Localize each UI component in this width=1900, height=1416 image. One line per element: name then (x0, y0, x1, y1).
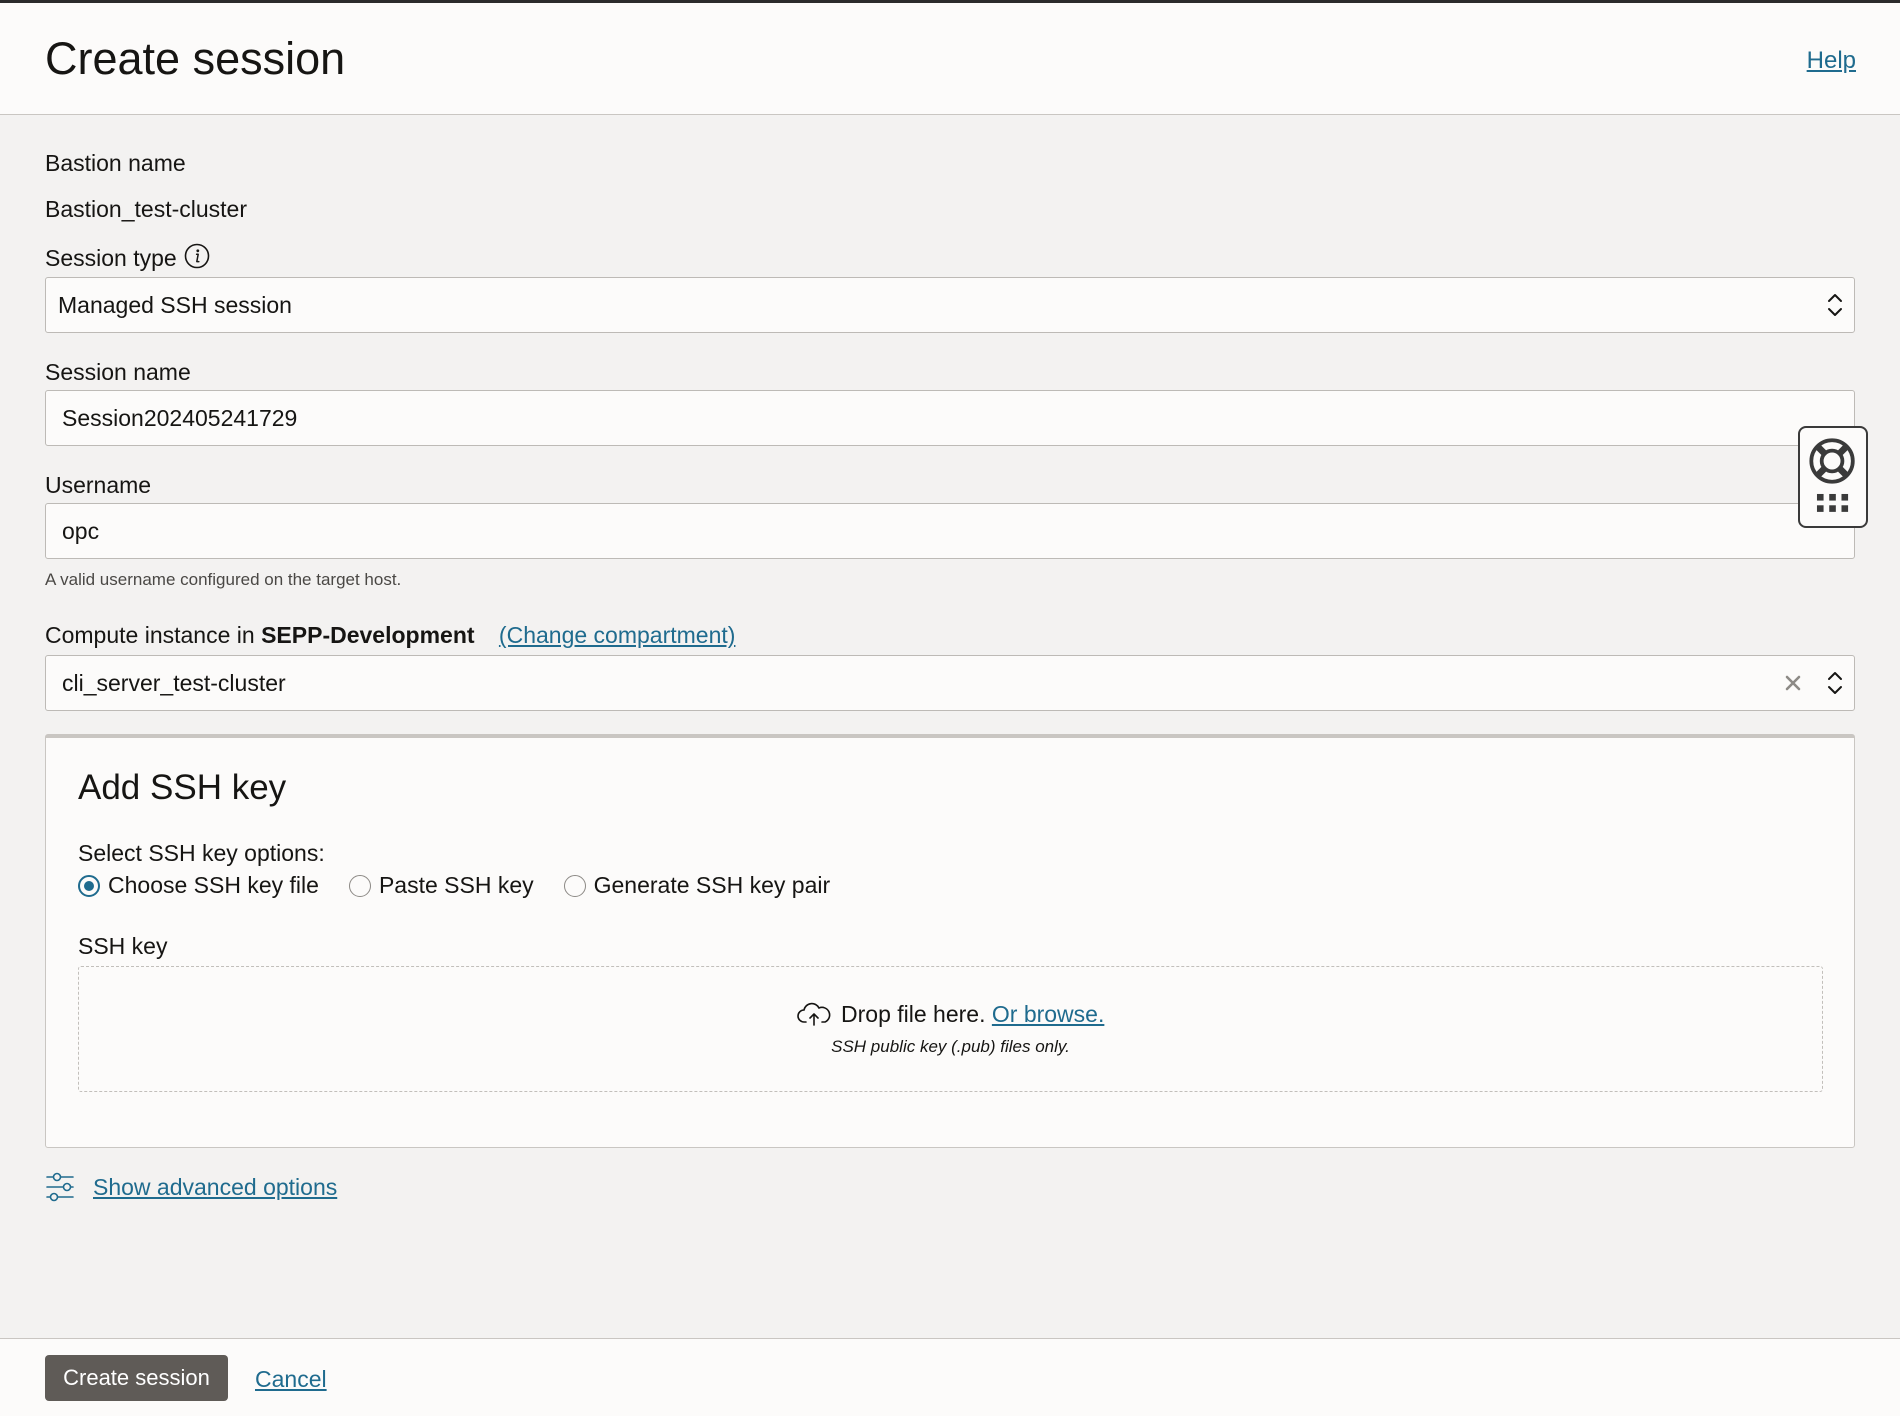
username-value: opc (62, 517, 100, 544)
ssh-key-dropzone[interactable]: Drop file here. Or browse. SSH public ke… (78, 966, 1823, 1092)
radio-generate-ssh-key-pair[interactable]: Generate SSH key pair (563, 872, 831, 899)
show-advanced-options-link[interactable]: Show advanced options (93, 1174, 337, 1201)
drop-subtext: SSH public key (.pub) files only. (831, 1037, 1070, 1056)
session-name-input[interactable]: Session202405241729 (45, 390, 1855, 446)
change-compartment-link[interactable]: (Change compartment) (499, 622, 736, 648)
footer-bar: Create session Cancel (0, 1338, 1900, 1416)
sliders-icon (46, 1172, 74, 1202)
help-link[interactable]: Help (1807, 47, 1856, 75)
radio-label: Paste SSH key (378, 872, 534, 898)
session-name-label: Session name (45, 359, 191, 385)
bastion-name-value: Bastion_test-cluster (45, 196, 247, 222)
add-ssh-key-panel: Add SSH key Select SSH key options: Choo… (45, 734, 1855, 1148)
advanced-options-row[interactable]: Show advanced options (45, 1172, 337, 1202)
clear-icon[interactable] (1784, 674, 1802, 692)
username-label: Username (45, 472, 152, 498)
session-type-value: Managed SSH session (58, 291, 292, 318)
compute-instance-value: cli_server_test-cluster (62, 669, 286, 696)
radio-button-checked[interactable] (78, 874, 100, 897)
info-icon[interactable] (184, 243, 210, 269)
select-arrows-icon (1828, 294, 1842, 316)
drop-line: Drop file here. Or browse. (79, 1001, 1822, 1028)
help-widget[interactable] (1798, 426, 1868, 528)
ssh-options-label: Select SSH key options: (78, 840, 325, 866)
drop-text: Drop file here. (841, 1001, 986, 1027)
ssh-key-options: Choose SSH key file Paste SSH key Genera… (78, 872, 860, 899)
cloud-upload-icon (796, 1002, 831, 1026)
compute-instance-label: Compute instance in (45, 622, 255, 648)
compute-instance-select[interactable]: cli_server_test-cluster (45, 655, 1855, 711)
radio-paste-ssh-key[interactable]: Paste SSH key (348, 872, 534, 899)
session-type-select[interactable]: Managed SSH session (45, 277, 1855, 333)
select-arrows-icon (1828, 672, 1842, 694)
username-input[interactable]: opc (45, 503, 1855, 559)
cancel-link[interactable]: Cancel (255, 1366, 327, 1393)
session-name-value: Session202405241729 (62, 404, 298, 431)
bastion-name-label: Bastion name (45, 150, 186, 176)
page-header: Create session Help (0, 3, 1900, 115)
radio-label: Choose SSH key file (108, 872, 319, 898)
compute-instance-label-row: Compute instance in SEPP-Development (Ch… (45, 622, 735, 649)
page-title: Create session (45, 33, 346, 84)
ssh-panel-title: Add SSH key (78, 768, 287, 807)
radio-button[interactable] (563, 874, 586, 897)
create-session-button[interactable]: Create session (45, 1355, 228, 1401)
compartment-name: SEPP-Development (261, 622, 475, 648)
browse-link[interactable]: Or browse. (992, 1001, 1104, 1027)
username-hint: A valid username configured on the targe… (45, 570, 402, 589)
ssh-key-label: SSH key (78, 933, 168, 959)
session-type-label: Session type (45, 245, 177, 271)
radio-button[interactable] (348, 874, 371, 897)
radio-choose-ssh-key-file[interactable]: Choose SSH key file (78, 872, 319, 899)
radio-label: Generate SSH key pair (593, 872, 831, 898)
lifebuoy-icon (1809, 438, 1855, 512)
